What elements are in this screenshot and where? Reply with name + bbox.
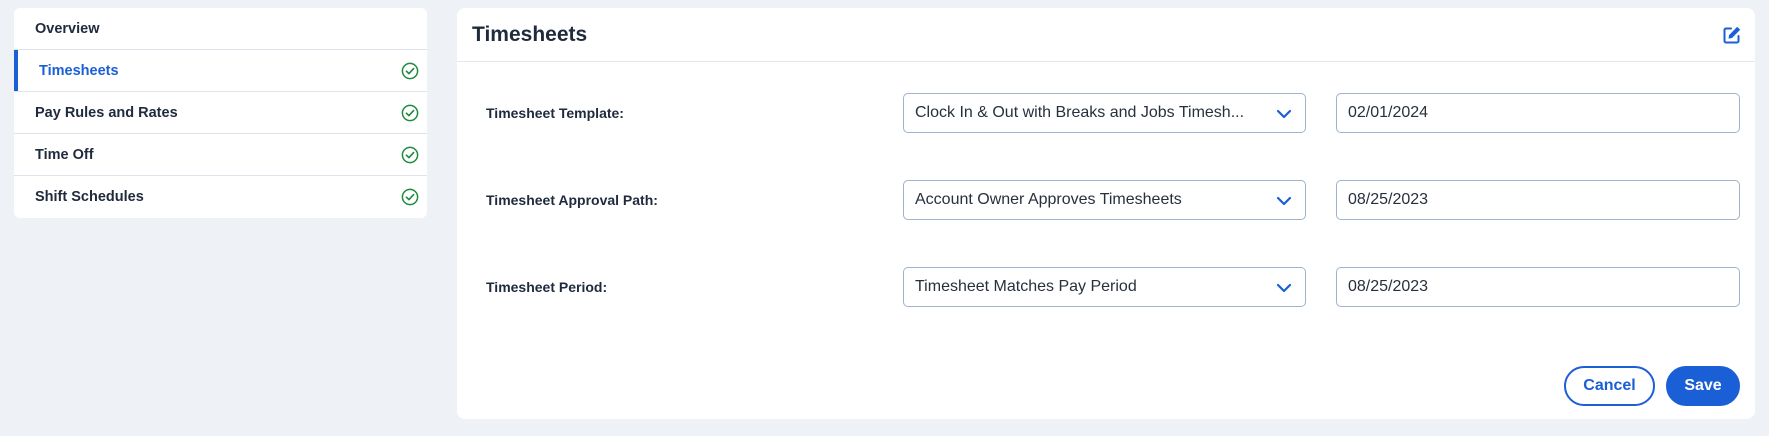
sidebar-item-label: Pay Rules and Rates	[35, 104, 178, 121]
save-button[interactable]: Save	[1666, 366, 1740, 406]
check-circle-icon	[401, 104, 419, 122]
timesheet-approval-path-date-field[interactable]	[1336, 180, 1740, 220]
timesheet-template-date-field[interactable]	[1336, 93, 1740, 133]
select-value: Clock In & Out with Breaks and Jobs Time…	[915, 104, 1245, 121]
sidebar-item-label: Timesheets	[39, 62, 119, 79]
timesheet-period-date-field[interactable]	[1336, 267, 1740, 307]
timesheet-approval-path-select[interactable]: Account Owner Approves Timesheets	[903, 180, 1306, 220]
timesheet-approval-path-row: Timesheet Approval Path: Account Owner A…	[457, 180, 1755, 220]
chevron-down-icon	[1276, 283, 1292, 293]
timesheet-period-label: Timesheet Period:	[486, 279, 608, 295]
timesheet-period-select[interactable]: Timesheet Matches Pay Period	[903, 267, 1306, 307]
panel-header: Timesheets	[457, 8, 1755, 62]
check-circle-icon	[401, 62, 419, 80]
sidebar-nav: Overview Timesheets Pay Rules and Rates …	[14, 8, 427, 218]
sidebar-item-shift-schedules[interactable]: Shift Schedules	[14, 176, 427, 218]
select-value: Timesheet Matches Pay Period	[915, 278, 1137, 295]
cancel-button[interactable]: Cancel	[1564, 366, 1655, 406]
page-title: Timesheets	[472, 22, 588, 46]
sidebar-item-overview[interactable]: Overview	[14, 8, 427, 50]
select-value: Account Owner Approves Timesheets	[915, 191, 1182, 208]
chevron-down-icon	[1276, 196, 1292, 206]
timesheet-template-label: Timesheet Template:	[486, 105, 624, 121]
timesheet-period-row: Timesheet Period: Timesheet Matches Pay …	[457, 267, 1755, 307]
sidebar-item-label: Shift Schedules	[35, 189, 144, 205]
timesheet-approval-path-label: Timesheet Approval Path:	[486, 192, 658, 208]
sidebar-item-pay-rules-and-rates[interactable]: Pay Rules and Rates	[14, 92, 427, 134]
check-circle-icon	[401, 146, 419, 164]
edit-icon[interactable]	[1721, 24, 1743, 46]
sidebar-item-timesheets[interactable]: Timesheets	[14, 50, 427, 92]
check-circle-icon	[401, 188, 419, 206]
chevron-down-icon	[1276, 109, 1292, 119]
timesheet-template-row: Timesheet Template: Clock In & Out with …	[457, 93, 1755, 133]
sidebar-item-label: Overview	[35, 20, 100, 37]
timesheet-template-select[interactable]: Clock In & Out with Breaks and Jobs Time…	[903, 93, 1306, 133]
timesheets-panel: Timesheets Timesheet Template: Clock In …	[457, 8, 1755, 419]
sidebar-item-time-off[interactable]: Time Off	[14, 134, 427, 176]
sidebar-item-label: Time Off	[35, 146, 94, 163]
